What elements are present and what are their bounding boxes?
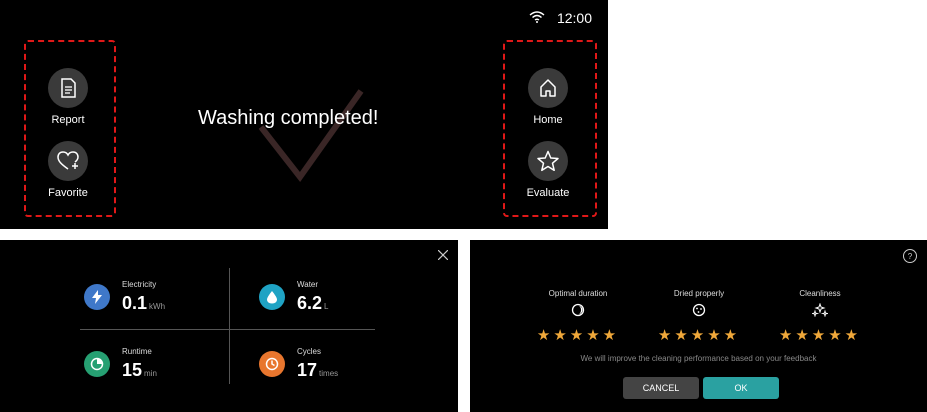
divider-vertical xyxy=(229,268,230,384)
cycles-value: 17 xyxy=(297,360,318,380)
favorite-add-icon xyxy=(48,141,88,181)
timer-icon xyxy=(84,351,110,377)
completion-title: Washing completed! xyxy=(198,107,379,129)
evaluate-button[interactable]: Evaluate xyxy=(504,141,592,199)
evaluation-panel: ? Optimal duration ★★★★★ Dried properly … xyxy=(470,240,927,412)
help-icon[interactable]: ? xyxy=(903,249,917,263)
runtime-label: Runtime xyxy=(122,347,152,356)
criterion-cleanliness: Cleanliness ★★★★★ xyxy=(765,289,875,344)
divider-horizontal xyxy=(80,329,375,330)
clock-icon xyxy=(259,351,285,377)
wifi-icon xyxy=(529,10,545,26)
runtime-unit: min xyxy=(144,369,157,378)
home-label: Home xyxy=(533,114,563,126)
usage-summary-panel: Electricity 0.1 kWh Water 6.2 L Runtime 15… xyxy=(0,240,458,412)
runtime-stat: Runtime 15 min xyxy=(84,347,157,381)
checkmark-icon xyxy=(258,89,364,183)
electricity-label: Electricity xyxy=(122,280,157,289)
water-drop-icon xyxy=(259,284,285,310)
cycles-label: Cycles xyxy=(297,347,322,356)
home-icon xyxy=(528,68,568,108)
criterion-label: Cleanliness xyxy=(799,289,841,298)
report-icon xyxy=(48,68,88,108)
electricity-value: 0.1 xyxy=(122,293,148,313)
ok-button[interactable]: OK xyxy=(703,377,779,399)
cycles-unit: times xyxy=(319,369,339,378)
criterion-label: Optimal duration xyxy=(548,289,608,298)
water-label: Water xyxy=(297,280,319,289)
report-label: Report xyxy=(51,114,85,126)
report-button[interactable]: Report xyxy=(24,68,112,126)
completion-screen: 12:00 Report Favorite Washing completed!… xyxy=(0,0,608,229)
electricity-unit: kWh xyxy=(149,302,166,311)
dots-circle-icon xyxy=(692,303,706,317)
cancel-button[interactable]: CANCEL xyxy=(623,377,699,399)
electricity-stat: Electricity 0.1 kWh xyxy=(84,280,165,314)
lightning-icon xyxy=(84,284,110,310)
evaluate-label: Evaluate xyxy=(526,187,570,199)
star-rating[interactable]: ★★★★★ xyxy=(779,326,861,344)
status-bar: 12:00 xyxy=(529,10,592,26)
runtime-value: 15 xyxy=(122,360,143,380)
close-icon[interactable] xyxy=(438,250,448,260)
clock-time: 12:00 xyxy=(556,10,592,26)
criterion-label: Dried properly xyxy=(673,289,725,298)
criterion-optimal-duration: Optimal duration ★★★★★ xyxy=(523,289,633,344)
criterion-dried-properly: Dried properly ★★★★★ xyxy=(644,289,754,344)
star-rating[interactable]: ★★★★★ xyxy=(658,326,740,344)
home-button[interactable]: Home xyxy=(504,68,592,126)
water-stat: Water 6.2 L xyxy=(259,280,328,314)
star-rating[interactable]: ★★★★★ xyxy=(537,326,619,344)
favorite-label: Favorite xyxy=(48,187,88,199)
moon-icon xyxy=(571,303,585,317)
star-icon xyxy=(528,141,568,181)
water-unit: L xyxy=(324,302,329,311)
cycles-stat: Cycles 17 times xyxy=(259,347,338,381)
feedback-message: We will improve the cleaning performance… xyxy=(580,354,817,363)
favorite-button[interactable]: Favorite xyxy=(24,141,112,199)
sparkle-icon xyxy=(812,303,828,317)
water-value: 6.2 xyxy=(297,293,323,313)
